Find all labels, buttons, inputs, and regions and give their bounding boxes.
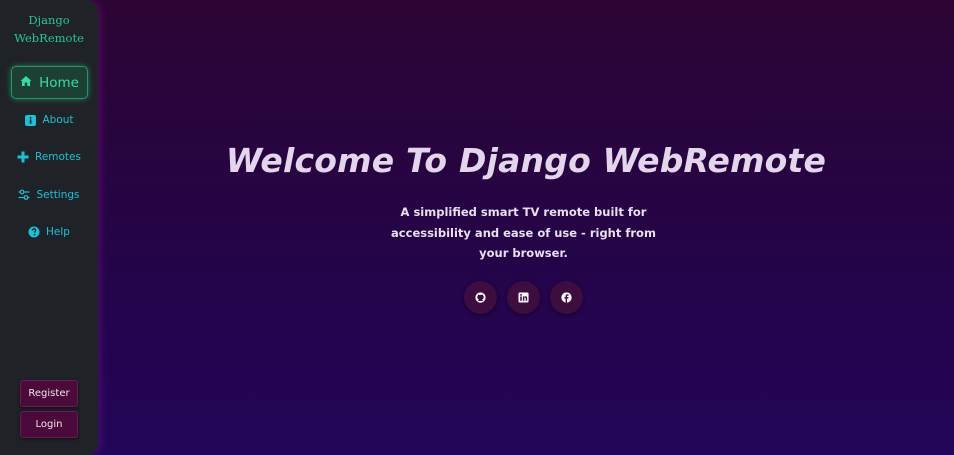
facebook-icon (561, 288, 572, 307)
page-title: Welcome To Django WebRemote (225, 141, 827, 180)
question-icon (28, 226, 40, 238)
brand-logo[interactable]: Django WebRemote (0, 11, 98, 47)
brand-line-1: Django (28, 13, 70, 27)
sidebar-item-label: Remotes (35, 151, 81, 163)
gamepad-icon (17, 151, 29, 163)
sliders-icon (18, 189, 30, 201)
linkedin-link[interactable] (507, 281, 540, 314)
login-button[interactable]: Login (20, 411, 78, 438)
sidebar-item-label: Home (39, 74, 79, 91)
sidebar-item-settings[interactable]: Settings (0, 183, 98, 207)
sidebar: Django WebRemote Home About Remotes Sett… (0, 0, 98, 455)
brand-line-2: WebRemote (14, 31, 84, 45)
github-icon (475, 288, 486, 307)
facebook-link[interactable] (550, 281, 583, 314)
register-button[interactable]: Register (20, 380, 78, 407)
linkedin-icon (518, 288, 529, 307)
github-link[interactable] (464, 281, 497, 314)
sidebar-item-help[interactable]: Help (0, 220, 98, 244)
sidebar-item-remotes[interactable]: Remotes (0, 145, 98, 169)
info-icon (24, 114, 36, 126)
page-subtitle: A simplified smart TV remote built for a… (391, 205, 656, 260)
home-icon (20, 75, 32, 91)
sidebar-item-label: Settings (36, 189, 80, 201)
sidebar-item-label: About (42, 114, 74, 126)
sidebar-item-home[interactable]: Home (11, 66, 88, 99)
sidebar-item-about[interactable]: About (0, 108, 98, 132)
sidebar-item-label: Help (46, 226, 70, 238)
